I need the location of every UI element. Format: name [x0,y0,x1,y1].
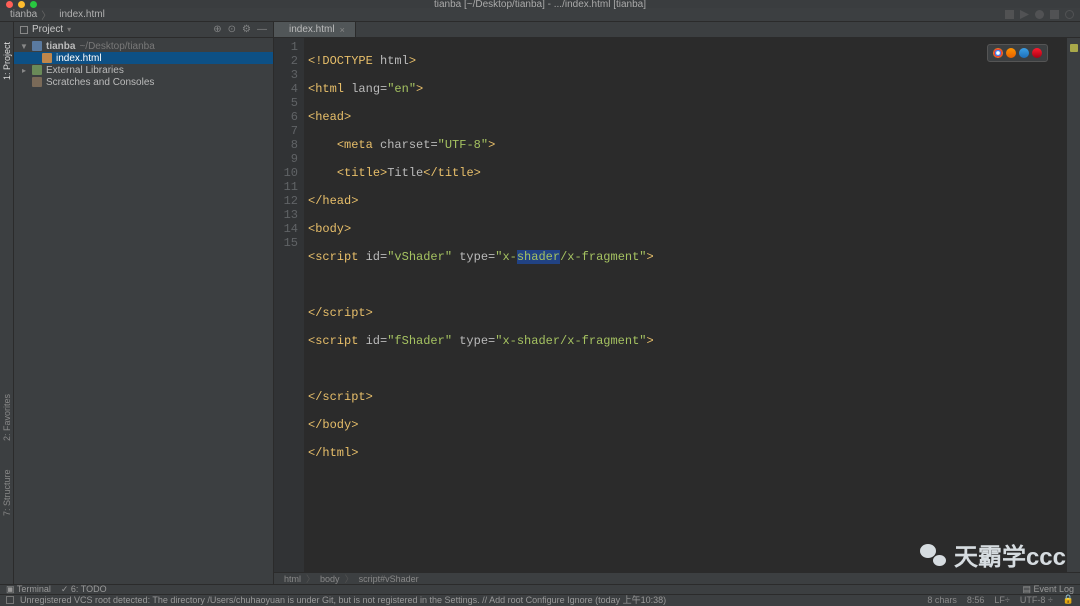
right-gutter [1066,38,1080,572]
select-opened-icon[interactable]: ⊙ [228,24,236,35]
project-panel: Project ▾ ⊕ ⊙ ⚙ — ▼ tianba ~/Desktop/tia… [14,22,274,584]
tree-scratches[interactable]: Scratches and Consoles [14,76,273,88]
crumb-script[interactable]: script#vShader [359,574,419,584]
browser-preview-icons [987,44,1048,62]
status-caret-pos[interactable]: 8:56 [967,595,985,605]
breadcrumb-project[interactable]: tianba [10,9,37,20]
tree-item-index[interactable]: index.html [14,52,273,64]
status-line-sep[interactable]: LF÷ [994,595,1009,605]
hide-icon[interactable]: — [257,24,267,35]
line-gutter: 123 456 789 101112 131415 [274,38,304,572]
gear-icon[interactable]: ⚙ [242,24,251,35]
chrome-icon[interactable] [993,48,1003,58]
project-panel-title[interactable]: Project [32,24,63,35]
code-content[interactable]: <!DOCTYPE html> <html lang="en"> <head> … [304,38,1066,572]
tree-file-label: index.html [56,53,102,64]
html-file-icon [42,53,52,63]
run-icon[interactable] [1020,10,1029,19]
tool-window-toggle-icon[interactable] [6,596,14,604]
close-tab-icon[interactable]: × [340,25,345,35]
status-chars: 8 chars [927,595,957,605]
crumb-body[interactable]: body [320,574,340,584]
lock-icon[interactable]: 🔒 [1063,594,1074,605]
left-tool-strip: 1: Project 2: Favorites 7: Structure [0,22,14,584]
editor-tab-index[interactable]: index.html × [274,22,356,37]
status-bar: Unregistered VCS root detected: The dire… [0,594,1080,604]
tool-structure[interactable]: 7: Structure [0,458,14,528]
code-editor[interactable]: 123 456 789 101112 131415 <!DOCTYPE html… [274,38,1080,572]
scratches-label: Scratches and Consoles [46,77,154,88]
crumb-html[interactable]: html [284,574,301,584]
tree-root[interactable]: ▼ tianba ~/Desktop/tianba [14,40,273,52]
tree-external-libraries[interactable]: ▸ External Libraries [14,64,273,76]
status-message: Unregistered VCS root detected: The dire… [20,593,666,606]
root-path: ~/Desktop/tianba [79,41,154,52]
status-encoding[interactable]: UTF-8 ÷ [1020,595,1053,605]
collapse-icon[interactable]: ⊕ [213,24,221,35]
debug-icon[interactable] [1035,10,1044,19]
project-combo-icon [20,26,28,34]
editor-area: index.html × 123 456 789 101112 131415 <… [274,22,1080,584]
firefox-icon[interactable] [1006,48,1016,58]
opera-icon[interactable] [1032,48,1042,58]
root-name: tianba [46,41,75,52]
folder-icon [32,41,42,51]
tab-label: index.html [289,24,335,35]
search-icon[interactable] [1065,10,1074,19]
scratch-icon [32,77,42,87]
watermark: 天霸学ccc [920,537,1066,572]
analysis-marker[interactable] [1070,44,1078,52]
breadcrumb-file[interactable]: index.html [59,9,105,20]
tool-favorites[interactable]: 2: Favorites [0,382,14,452]
zoom-window-icon[interactable] [30,1,37,8]
tool-project[interactable]: 1: Project [0,26,14,96]
stop-icon[interactable] [1050,10,1059,19]
safari-icon[interactable] [1019,48,1029,58]
wechat-icon [920,544,946,566]
library-icon [32,65,42,75]
external-libs-label: External Libraries [46,65,124,76]
watermark-text: 天霸学ccc [954,537,1066,572]
minimize-window-icon[interactable] [18,1,25,8]
close-window-icon[interactable] [6,1,13,8]
breadcrumb-bar: html 〉 body 〉 script#vShader [274,572,1080,584]
navigation-bar: tianba 〉 index.html [0,8,1080,22]
build-icon[interactable] [1005,10,1014,19]
mac-titlebar: tianba [~/Desktop/tianba] - .../index.ht… [0,0,1080,8]
